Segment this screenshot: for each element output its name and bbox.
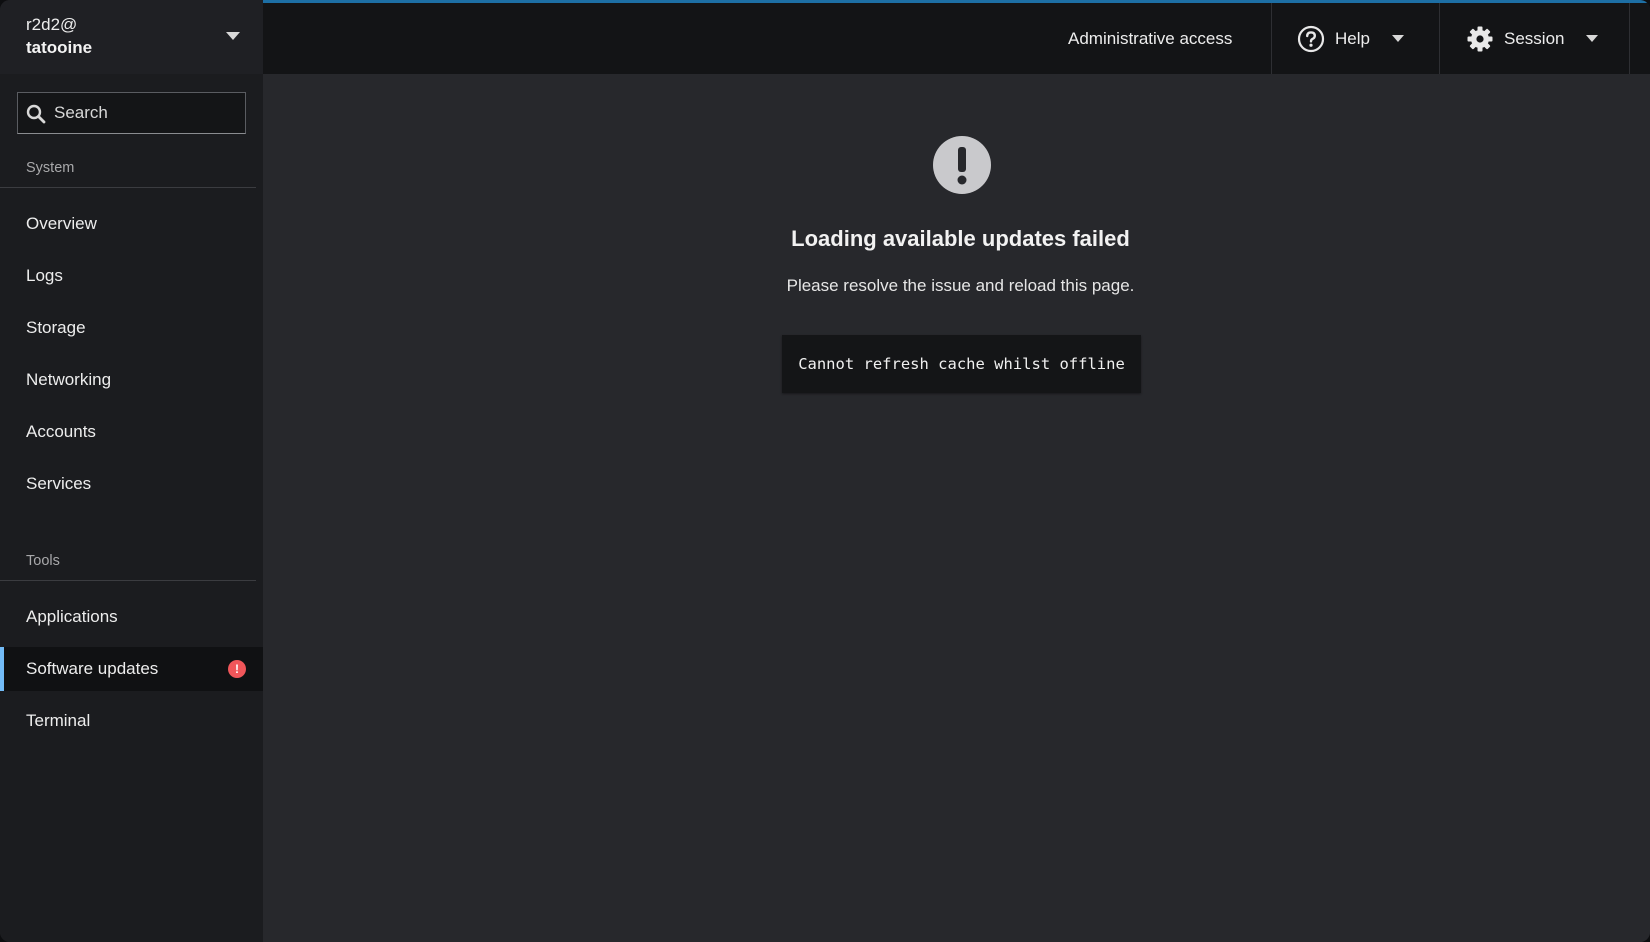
topbar-divider	[1271, 3, 1272, 74]
nav-item-label: Software updates	[26, 659, 159, 678]
nav-item-label: Applications	[26, 607, 118, 626]
exclamation-circle-icon	[933, 136, 991, 194]
caret-down-icon	[226, 32, 240, 40]
nav-item-label: Terminal	[26, 711, 91, 730]
help-menu-button[interactable]: Help	[1297, 3, 1404, 74]
gear-icon	[1467, 26, 1493, 51]
caret-down-icon	[1586, 35, 1599, 42]
search-input[interactable]	[54, 103, 234, 123]
section-title-tools: Tools	[26, 553, 60, 569]
section-divider	[0, 187, 256, 188]
nav-item-accounts[interactable]: Accounts	[0, 410, 263, 454]
nav-item-overview[interactable]: Overview	[0, 202, 263, 246]
app-window: r2d2@ tatooine System Overview Logs Stor…	[0, 0, 1650, 942]
nav-item-label: Storage	[26, 318, 86, 337]
main-content: Loading available updates failed Please …	[263, 74, 1650, 942]
nav-item-logs[interactable]: Logs	[0, 254, 263, 298]
search-icon	[26, 104, 46, 124]
nav-item-label: Overview	[26, 214, 97, 233]
host-user: r2d2@	[26, 15, 78, 34]
empty-state-body: Please resolve the issue and reload this…	[786, 276, 1135, 295]
alert-badge-icon: !	[228, 660, 246, 678]
caret-down-icon	[1391, 35, 1404, 42]
nav-item-services[interactable]: Services	[0, 462, 263, 506]
topbar: Administrative access Help Session	[263, 0, 1650, 74]
nav-item-networking[interactable]: Networking	[0, 358, 263, 402]
administrative-access-button[interactable]: Administrative access	[1068, 3, 1232, 74]
empty-state-title: Loading available updates failed	[791, 226, 1130, 251]
nav-item-storage[interactable]: Storage	[0, 306, 263, 350]
nav-item-applications[interactable]: Applications	[0, 595, 263, 639]
topbar-divider	[1439, 3, 1440, 74]
nav-item-terminal[interactable]: Terminal	[0, 699, 263, 743]
help-icon	[1297, 25, 1325, 52]
nav-item-label: Networking	[26, 370, 112, 389]
nav-item-label: Logs	[26, 266, 63, 285]
host-name: tatooine	[26, 38, 93, 57]
nav-item-label: Accounts	[26, 422, 96, 441]
nav-item-label: Services	[26, 474, 92, 493]
section-divider	[0, 580, 256, 581]
sidebar: r2d2@ tatooine System Overview Logs Stor…	[0, 0, 263, 942]
error-message-code: Cannot refresh cache whilst offline	[782, 335, 1141, 393]
section-title-system: System	[26, 160, 75, 176]
nav-item-software-updates[interactable]: Software updates !	[0, 647, 263, 691]
search-box	[17, 92, 246, 134]
session-menu-button[interactable]: Session	[1466, 3, 1599, 74]
host-switcher[interactable]: r2d2@ tatooine	[0, 0, 263, 74]
topbar-divider	[1629, 3, 1630, 74]
